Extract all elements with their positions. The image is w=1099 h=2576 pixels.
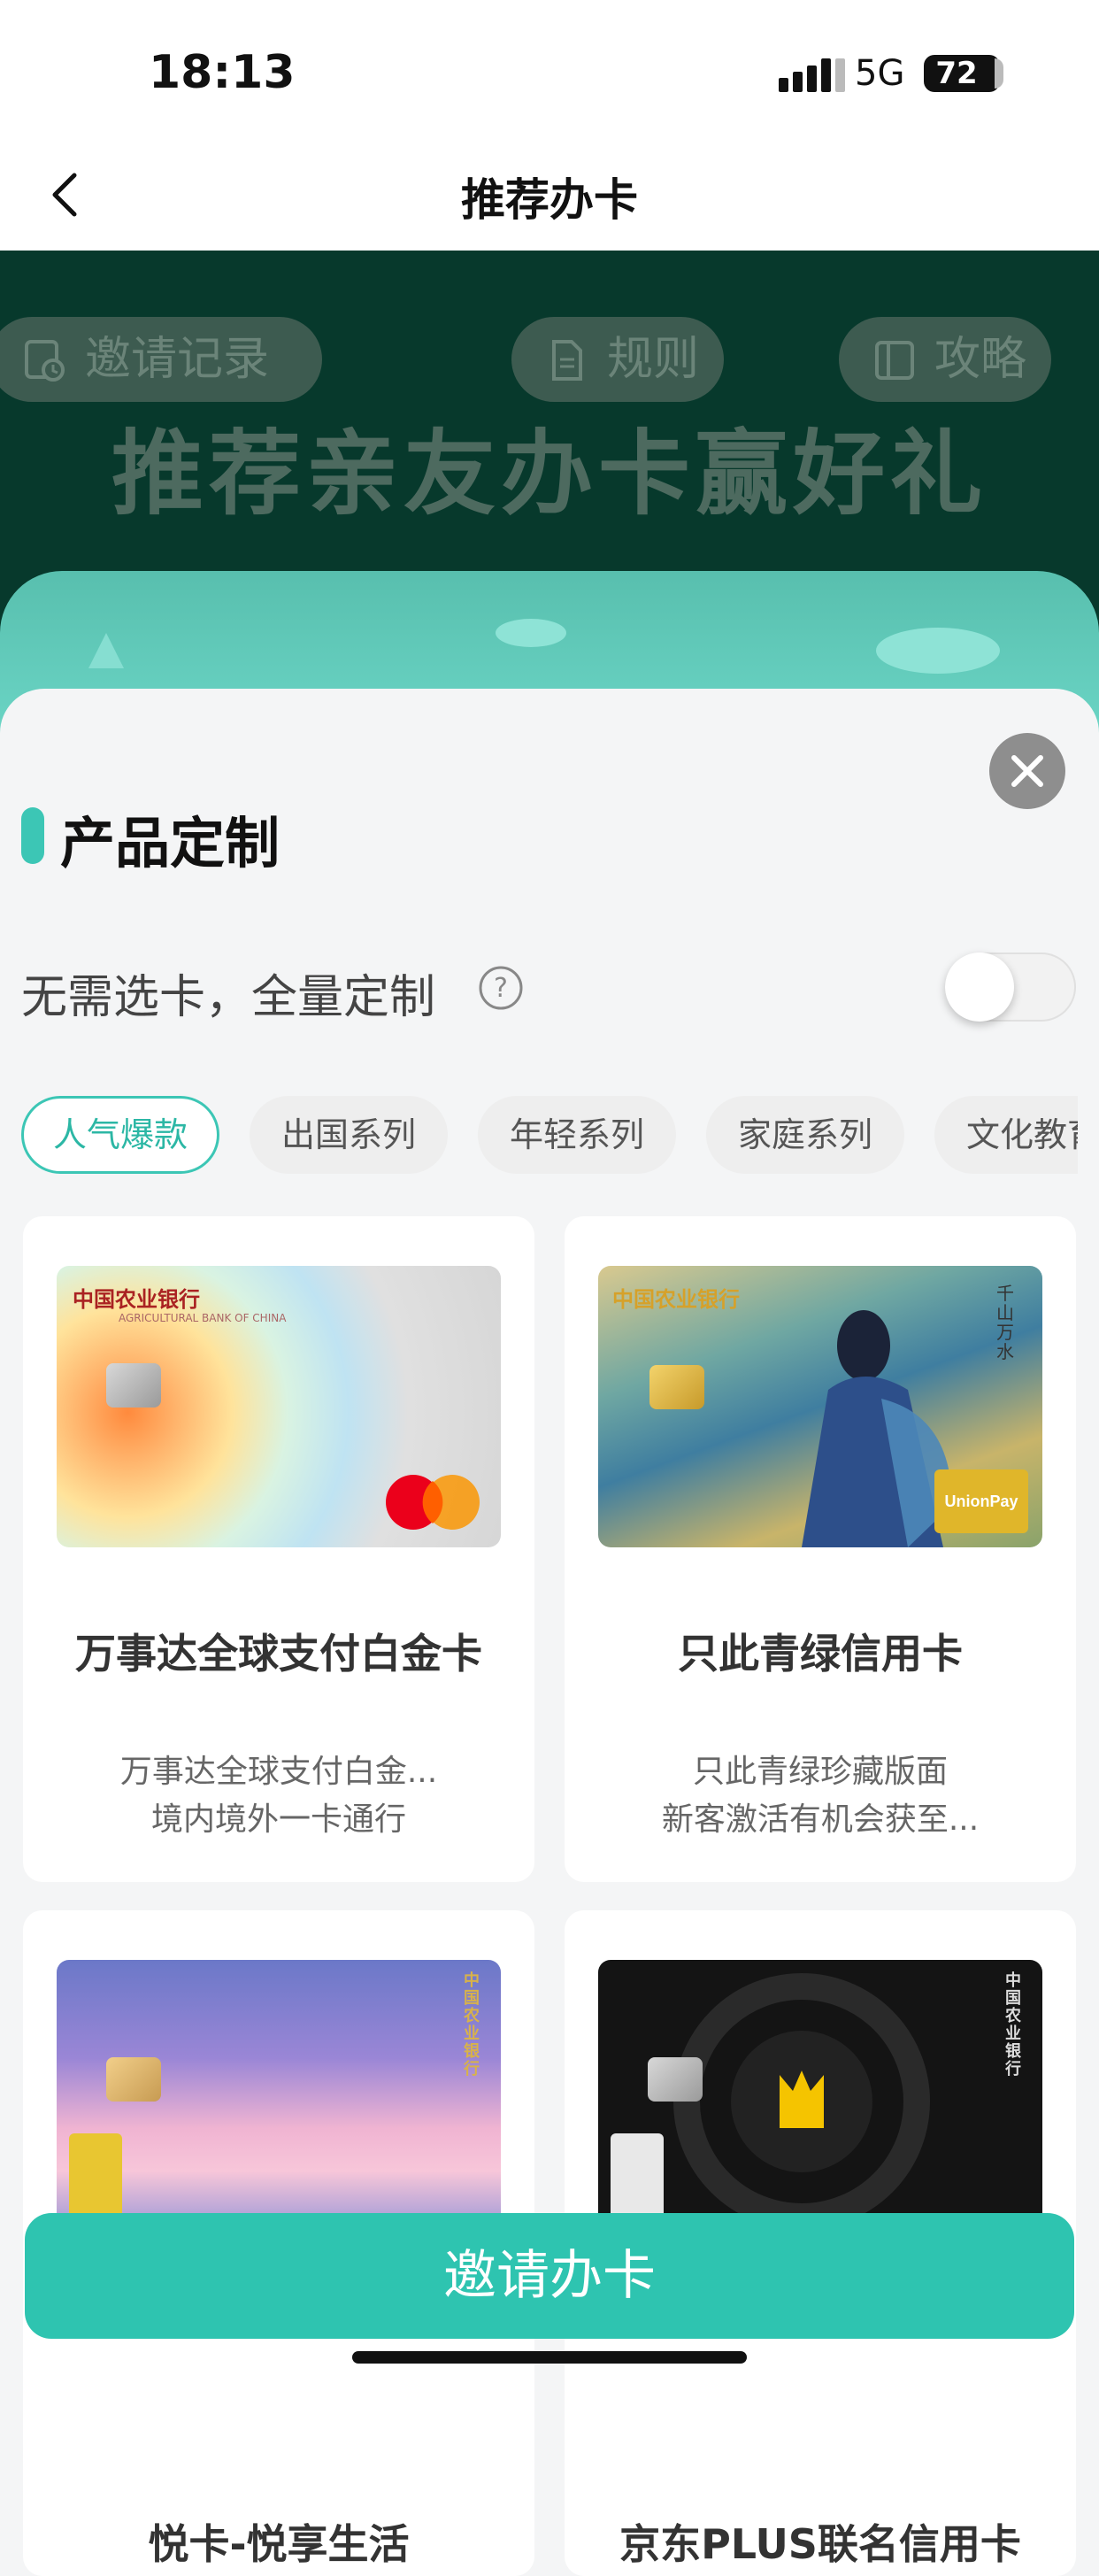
chip-icon — [648, 2057, 703, 2102]
customize-label: 无需选卡，全量定制 — [21, 971, 436, 1024]
records-icon — [25, 340, 65, 382]
signal-icon — [779, 58, 845, 92]
mastercard-logo-icon — [386, 1475, 480, 1530]
chip-icon — [649, 1365, 704, 1409]
document-icon — [552, 340, 582, 381]
bank-name: 中国农业银行 — [612, 1287, 740, 1312]
bank-name: 中国农业银行 — [464, 1971, 480, 2079]
yue-card-image: 中国农业银行 — [57, 1960, 501, 2241]
bank-subtitle: AGRICULTURAL BANK OF CHINA — [119, 1312, 287, 1324]
card-title: 悦卡-悦享生活 — [148, 2520, 410, 2568]
tab-culture-education[interactable]: 文化教育 — [934, 1096, 1078, 1174]
calligraphy: 千山万水 — [996, 1283, 1014, 1362]
chip-icon — [106, 2057, 161, 2102]
page-title: 推荐办卡 — [461, 174, 638, 226]
chip-icon — [106, 1363, 161, 1408]
close-icon — [1011, 755, 1043, 787]
network-type: 5G — [855, 53, 905, 94]
home-indicator — [352, 2351, 747, 2364]
banner-slogan: 推荐亲友办卡赢好礼 — [111, 420, 988, 528]
card-desc-line1: 只此青绿珍藏版面 — [692, 1754, 948, 1790]
unionpay-logo-icon: UnionPay — [934, 1469, 1028, 1533]
help-icon[interactable]: ? — [478, 965, 524, 1011]
bank-name: 中国农业银行 — [73, 1287, 200, 1312]
section-accent-bar — [21, 807, 44, 864]
guide-icon — [875, 341, 914, 380]
tab-youth[interactable]: 年轻系列 — [478, 1096, 676, 1174]
bank-name: 中国农业银行 — [1005, 1971, 1021, 2079]
qinglv-card-image: 中国农业银行 千山万水 UnionPay — [598, 1266, 1042, 1547]
tab-popular[interactable]: 人气爆款 — [21, 1096, 219, 1174]
tab-overseas[interactable]: 出国系列 — [250, 1096, 448, 1174]
battery-tip — [995, 58, 1003, 89]
rules-button[interactable]: 规则 — [511, 317, 724, 402]
close-button[interactable] — [989, 733, 1065, 809]
status-time: 18:13 — [149, 46, 296, 99]
category-tabs: 人气爆款 出国系列 年轻系列 家庭系列 文化教育 — [21, 1094, 1078, 1177]
invite-apply-button[interactable]: 邀请办卡 — [25, 2213, 1074, 2339]
card-desc-line1: 万事达全球支付白金... — [119, 1754, 438, 1790]
card-title: 京东PLUS联名信用卡 — [619, 2520, 1021, 2568]
invite-records-button[interactable]: 邀请记录 — [0, 317, 322, 402]
jd-plus-card-image: 中国农业银行 — [598, 1960, 1042, 2241]
guide-label: 攻略 — [934, 333, 1027, 386]
toggle-knob — [945, 953, 1014, 1022]
invite-records-label: 邀请记录 — [85, 333, 270, 386]
unionpay-logo-icon — [611, 2133, 664, 2222]
unionpay-logo-icon — [69, 2133, 122, 2222]
guide-button[interactable]: 攻略 — [839, 317, 1051, 402]
mastercard-platinum-card-image: 中国农业银行 AGRICULTURAL BANK OF CHINA — [57, 1266, 501, 1547]
rules-label: 规则 — [607, 333, 700, 386]
section-title: 产品定制 — [60, 811, 281, 875]
card-desc-line2: 境内境外一卡通行 — [150, 1801, 406, 1838]
product-card[interactable]: 中国农业银行 千山万水 UnionPay 只此青绿信用卡 只此青绿珍藏版面 新客… — [565, 1216, 1076, 1882]
figure-illustration — [802, 1310, 952, 1547]
product-card[interactable]: 中国农业银行 AGRICULTURAL BANK OF CHINA 万事达全球支… — [23, 1216, 534, 1882]
tab-family[interactable]: 家庭系列 — [706, 1096, 904, 1174]
card-desc-line2: 新客激活有机会获至... — [661, 1801, 980, 1838]
battery-level: 72 — [935, 56, 978, 91]
card-title: 只此青绿信用卡 — [678, 1630, 963, 1677]
card-title: 万事达全球支付白金卡 — [75, 1630, 482, 1677]
svg-text:?: ? — [494, 973, 508, 1004]
